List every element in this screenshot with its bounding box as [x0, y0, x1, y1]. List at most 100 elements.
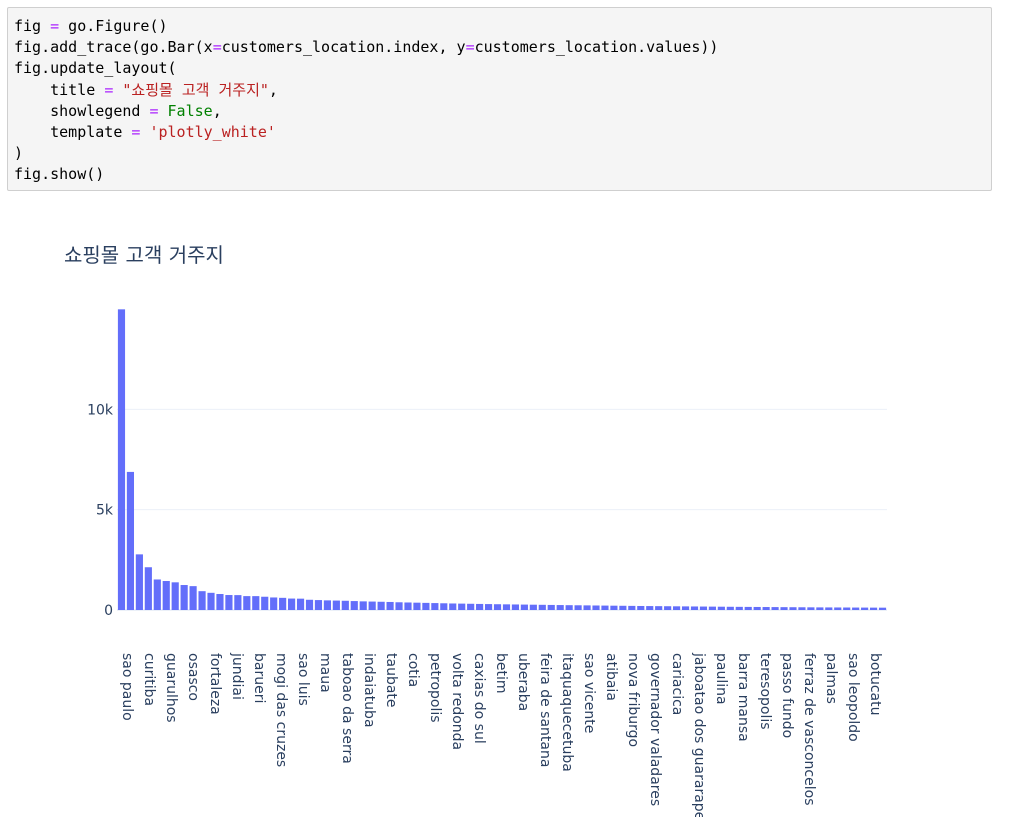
- bar[interactable]: [789, 607, 797, 610]
- bar[interactable]: [556, 605, 564, 610]
- bar[interactable]: [753, 606, 761, 610]
- bar[interactable]: [261, 596, 269, 610]
- bar[interactable]: [673, 606, 681, 610]
- bar[interactable]: [646, 606, 654, 610]
- bar[interactable]: [726, 606, 734, 610]
- bar[interactable]: [807, 607, 815, 610]
- bar[interactable]: [207, 592, 215, 610]
- bar[interactable]: [798, 607, 806, 610]
- bar[interactable]: [502, 604, 511, 610]
- bar[interactable]: [243, 596, 251, 610]
- bar[interactable]: [744, 606, 752, 610]
- bar[interactable]: [350, 601, 358, 610]
- bar[interactable]: [511, 604, 520, 610]
- bar[interactable]: [565, 605, 573, 610]
- bar[interactable]: [529, 604, 537, 610]
- bar[interactable]: [816, 607, 824, 610]
- bar[interactable]: [592, 605, 600, 610]
- bar[interactable]: [476, 603, 484, 610]
- bar[interactable]: [153, 579, 161, 610]
- bar[interactable]: [386, 601, 394, 610]
- bar[interactable]: [699, 606, 708, 610]
- bar[interactable]: [144, 567, 152, 610]
- bar[interactable]: [583, 605, 591, 610]
- bar[interactable]: [126, 471, 135, 610]
- code-token: 'plotly_white': [149, 122, 276, 141]
- bar[interactable]: [574, 605, 582, 610]
- bar[interactable]: [296, 598, 305, 610]
- bar[interactable]: [117, 309, 126, 610]
- bar[interactable]: [198, 591, 206, 610]
- bar[interactable]: [162, 581, 170, 610]
- bar[interactable]: [493, 604, 502, 610]
- bar[interactable]: [225, 595, 233, 610]
- bar[interactable]: [135, 554, 143, 610]
- bar[interactable]: [619, 605, 627, 610]
- bar[interactable]: [637, 605, 645, 610]
- bar[interactable]: [780, 607, 788, 610]
- bar[interactable]: [252, 596, 260, 610]
- code-cell[interactable]: fig = go.Figure() fig.add_trace(go.Bar(x=…: [7, 7, 992, 191]
- bar[interactable]: [440, 603, 448, 610]
- bar[interactable]: [690, 606, 699, 610]
- bar[interactable]: [538, 604, 546, 610]
- bar[interactable]: [234, 595, 242, 610]
- bar-chart: 05k10k sao paulo curitiba guarulhos osasco f…: [87, 309, 887, 822]
- bar[interactable]: [216, 594, 224, 610]
- bar[interactable]: [359, 601, 367, 610]
- y-axis-ticks: 0 5k 10k: [87, 402, 114, 619]
- bar[interactable]: [681, 606, 690, 610]
- bar[interactable]: [314, 600, 323, 610]
- bar[interactable]: [771, 607, 779, 610]
- bar[interactable]: [404, 602, 412, 610]
- bar[interactable]: [520, 604, 528, 610]
- code-token: showlegend: [14, 101, 150, 120]
- bar[interactable]: [843, 607, 851, 610]
- bar[interactable]: [655, 606, 663, 610]
- bar[interactable]: [834, 607, 842, 610]
- x-tick-label: indaiatuba: [361, 653, 377, 728]
- bar[interactable]: [825, 607, 833, 610]
- bar[interactable]: [288, 598, 296, 610]
- code-token: fig.update_layout(: [14, 59, 177, 78]
- bar[interactable]: [189, 586, 197, 610]
- x-tick-label: maua: [317, 653, 333, 693]
- bar[interactable]: [279, 597, 287, 610]
- bar[interactable]: [323, 600, 331, 610]
- bar[interactable]: [270, 597, 278, 610]
- bar[interactable]: [413, 602, 421, 610]
- bar[interactable]: [171, 582, 179, 610]
- x-tick-label: taboao da serra: [339, 653, 355, 764]
- bar[interactable]: [708, 606, 716, 610]
- x-tick-label: taubate: [383, 653, 399, 708]
- bar[interactable]: [547, 604, 555, 610]
- x-tick-label: petropolis: [427, 653, 443, 723]
- bar[interactable]: [422, 602, 430, 610]
- bar[interactable]: [610, 605, 618, 610]
- bar[interactable]: [305, 599, 314, 610]
- bar[interactable]: [467, 603, 475, 610]
- bar[interactable]: [377, 601, 385, 610]
- bar[interactable]: [762, 607, 770, 610]
- bar[interactable]: [368, 601, 376, 610]
- bar[interactable]: [628, 605, 636, 610]
- bar[interactable]: [735, 606, 743, 610]
- x-tick-label: sao vicente: [581, 653, 597, 733]
- bar[interactable]: [458, 603, 466, 610]
- bar[interactable]: [869, 607, 878, 610]
- bar[interactable]: [601, 605, 609, 610]
- bar[interactable]: [852, 607, 860, 610]
- bar[interactable]: [449, 603, 457, 610]
- bar[interactable]: [484, 604, 493, 610]
- bar[interactable]: [431, 603, 439, 610]
- bar[interactable]: [717, 606, 725, 610]
- bar[interactable]: [395, 602, 403, 610]
- x-tick-label: jundiai: [229, 652, 245, 700]
- bar[interactable]: [341, 600, 349, 610]
- x-tick-label: itaquaquecetuba: [559, 653, 575, 772]
- bar[interactable]: [878, 607, 887, 610]
- bar[interactable]: [180, 585, 188, 610]
- bar[interactable]: [861, 607, 869, 610]
- bar[interactable]: [332, 600, 340, 610]
- bar[interactable]: [664, 606, 672, 610]
